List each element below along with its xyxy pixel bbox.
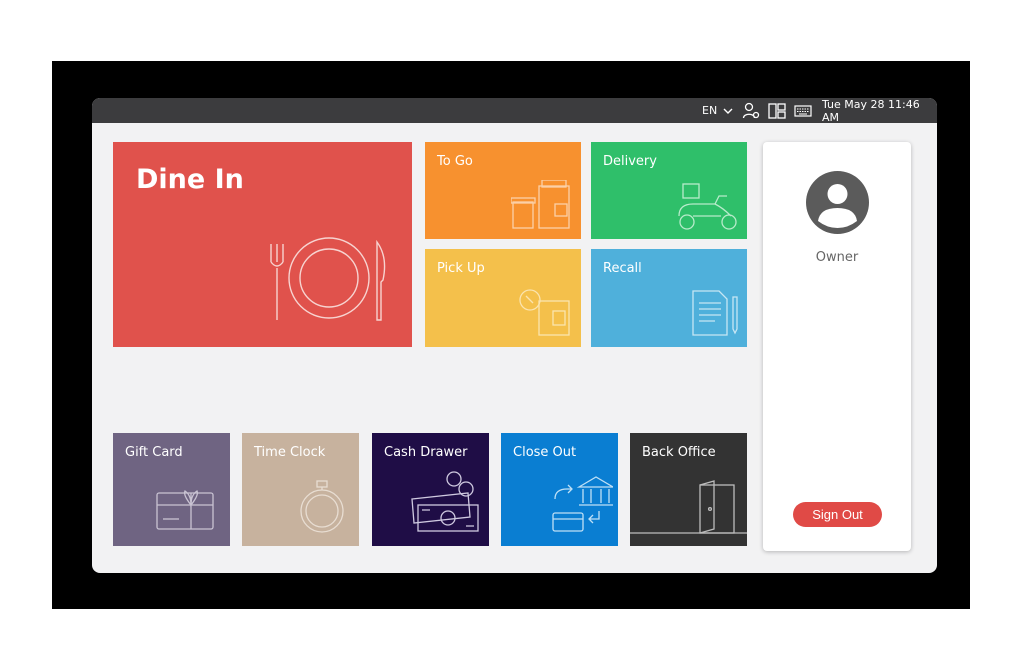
to-go-label: To Go	[437, 154, 473, 169]
user-role-label: Owner	[815, 250, 859, 265]
takeout-bag-icon	[511, 180, 570, 229]
gift-card-label: Gift Card	[125, 445, 183, 460]
phone-bag-icon	[519, 289, 570, 336]
gift-card-icon	[156, 490, 214, 530]
delivery-label: Delivery	[603, 154, 657, 169]
plate-cutlery-icon	[270, 237, 386, 321]
stopwatch-icon	[300, 480, 344, 533]
cash-drawer-label: Cash Drawer	[384, 445, 468, 460]
cash-icon	[411, 471, 479, 532]
back-office-label: Back Office	[642, 445, 716, 460]
cash-drawer-tile[interactable]: Cash Drawer	[372, 433, 489, 546]
avatar-icon	[806, 171, 869, 234]
pick-up-tile[interactable]: Pick Up	[425, 249, 581, 347]
back-office-tile[interactable]: Back Office	[630, 433, 747, 546]
time-clock-tile[interactable]: Time Clock	[242, 433, 359, 546]
close-out-label: Close Out	[513, 445, 577, 460]
pos-screen: EN Tue May 28 11:46 AM Dine In To Go Del…	[92, 98, 937, 573]
chevron-down-icon	[723, 108, 733, 114]
keyboard-icon[interactable]	[794, 98, 812, 123]
dine-in-label: Dine In	[136, 164, 244, 195]
pick-up-label: Pick Up	[437, 261, 485, 276]
datetime-display: Tue May 28 11:46 AM	[822, 98, 920, 124]
user-panel: Owner Sign Out	[763, 142, 911, 551]
layout-icon[interactable]	[768, 98, 786, 123]
language-selector[interactable]: EN	[702, 98, 733, 123]
top-bar: EN Tue May 28 11:46 AM	[92, 98, 937, 124]
gift-card-tile[interactable]: Gift Card	[113, 433, 230, 546]
recall-label: Recall	[603, 261, 642, 276]
door-icon	[630, 480, 747, 534]
user-settings-icon[interactable]	[742, 98, 760, 123]
scooter-icon	[678, 183, 737, 230]
to-go-tile[interactable]: To Go	[425, 142, 581, 239]
bank-transfer-icon	[552, 476, 613, 532]
document-pen-icon	[692, 290, 738, 336]
sign-out-button[interactable]: Sign Out	[793, 502, 882, 527]
recall-tile[interactable]: Recall	[591, 249, 747, 347]
language-label: EN	[702, 104, 718, 117]
close-out-tile[interactable]: Close Out	[501, 433, 618, 546]
dine-in-tile[interactable]: Dine In	[113, 142, 412, 347]
delivery-tile[interactable]: Delivery	[591, 142, 747, 239]
time-clock-label: Time Clock	[254, 445, 326, 460]
